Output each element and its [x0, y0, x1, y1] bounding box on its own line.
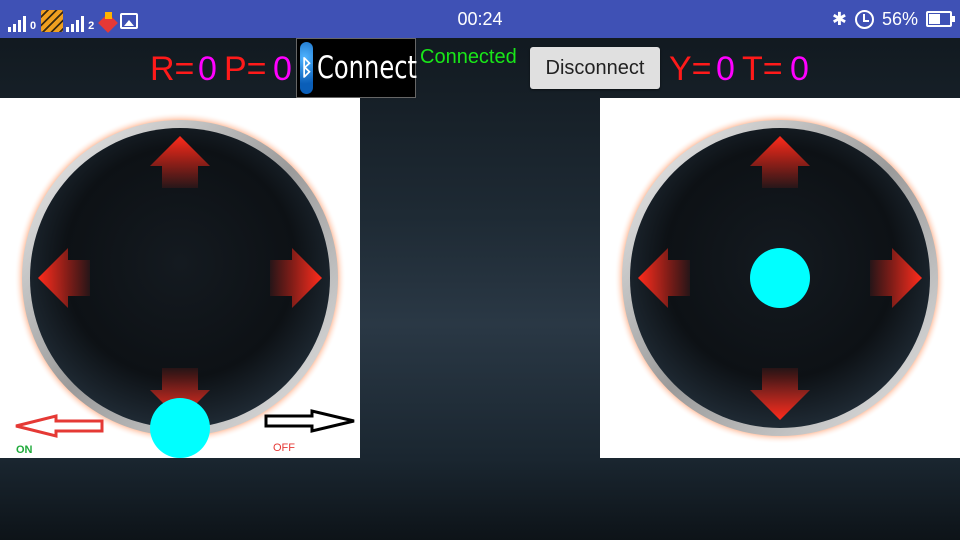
- t-label: T=: [742, 50, 783, 88]
- alarm-icon: [854, 9, 874, 29]
- bluetooth-icon: ᛒ: [300, 42, 314, 94]
- p-value: 0: [273, 50, 292, 88]
- connect-button[interactable]: ᛒ Connect: [296, 38, 418, 98]
- battery-icon: [926, 11, 955, 27]
- r-value: 0: [198, 50, 217, 88]
- disconnect-button[interactable]: Disconnect: [530, 47, 660, 89]
- on-label: ON: [16, 444, 33, 456]
- status-icons-right: ✱ 56%: [831, 6, 955, 32]
- on-arrow-icon[interactable]: [15, 414, 104, 438]
- off-label: OFF: [273, 442, 295, 454]
- left-joystick[interactable]: ON OFF: [0, 98, 360, 458]
- bluetooth-icon: ✱: [831, 8, 847, 29]
- left-joystick-knob[interactable]: [150, 398, 210, 458]
- connect-label: Connect: [317, 50, 418, 86]
- y-label: Y=: [669, 50, 712, 88]
- status-bar: 0 2 00:24 ✱ 56%: [0, 0, 960, 38]
- r-label: R=: [150, 50, 195, 88]
- control-row: R= 0 P= 0 ᛒ Connect Connected Disconnect…: [0, 38, 960, 98]
- clock: 00:24: [457, 9, 503, 29]
- t-value: 0: [790, 50, 809, 88]
- y-value: 0: [716, 50, 735, 88]
- p-label: P=: [224, 50, 267, 88]
- right-joystick-knob[interactable]: [750, 248, 810, 308]
- connection-status: Connected: [420, 46, 517, 68]
- battery-percent: 56%: [881, 8, 918, 29]
- right-joystick[interactable]: [600, 98, 960, 458]
- off-arrow-icon[interactable]: [264, 409, 355, 433]
